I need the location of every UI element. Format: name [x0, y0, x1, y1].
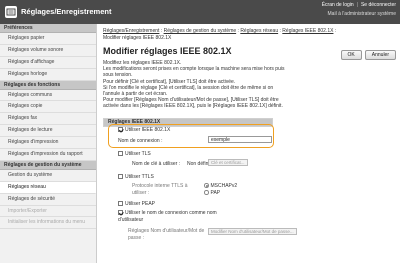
sidebar-section-system-management: Réglages de gestion du système	[0, 160, 96, 170]
sidebar-section-preferences: Préférences	[0, 24, 96, 33]
use-ieee-row: Utiliser IEEE 802.1X	[118, 127, 170, 133]
key-name-label: Nom de clé à utiliser :	[132, 161, 181, 167]
sidebar-item-paper[interactable]: Réglages papier	[0, 33, 96, 45]
sidebar-item-initialize-menu: Initialiser les informations du menu	[0, 217, 96, 230]
login-name-input[interactable]	[208, 136, 272, 143]
use-tls-row: Utiliser TLS	[118, 151, 151, 157]
ttls-pap-label: PAP	[210, 190, 221, 196]
user-pw-button: Modifier Nom d'utilisateur/Mot de passe.…	[208, 228, 297, 235]
sidebar-item-common[interactable]: Réglages communs	[0, 90, 96, 102]
sidebar-item-network[interactable]: Réglages réseau	[0, 181, 96, 194]
cancel-button[interactable]: Annuler	[364, 50, 396, 60]
login-name-label: Nom de connexion :	[118, 138, 163, 144]
ttls-protocol-label: Protocole interne TTLS à utiliser :	[132, 183, 188, 196]
ttls-pap-radio[interactable]	[204, 190, 209, 195]
sidebar-item-system-management[interactable]: Gestion du système	[0, 170, 96, 182]
use-login-name-label: Utiliser le nom de connexion comme nom d…	[118, 210, 217, 223]
breadcrumb-sep: :	[333, 28, 337, 34]
use-ttls-label: Utiliser TTLS	[125, 174, 154, 180]
key-cert-button: Clé et certificat...	[208, 159, 248, 166]
use-peap-row: Utiliser PEAP	[118, 201, 155, 207]
use-ttls-row: Utiliser TTLS	[118, 174, 154, 180]
description-line: Les modifications seront prises en compt…	[103, 66, 285, 73]
logout-link[interactable]: Se déconnecter	[361, 2, 396, 8]
breadcrumb-link-network[interactable]: Réglages réseau	[240, 28, 278, 34]
sidebar-item-report-print[interactable]: Réglages d'impression du rapport	[0, 149, 96, 161]
user-pw-settings-label: Réglages Nom d'utilisateur/Mot de passe …	[128, 228, 205, 241]
use-login-name-checkbox[interactable]	[118, 210, 123, 216]
description: Modifiez les réglages IEEE 802.1X. Les m…	[103, 60, 303, 110]
admin-mail-link[interactable]: Mail à l'administrateur système	[328, 11, 396, 17]
use-peap-checkbox[interactable]	[118, 201, 123, 207]
ttls-option-mschapv2: MSCHAPv2	[204, 183, 237, 189]
app-header: Réglages/Enregistrement Écran de login | S…	[0, 0, 400, 24]
breadcrumb-current: Modifier réglages IEEE 802.1X	[103, 34, 172, 41]
header-separator: |	[356, 2, 358, 8]
sidebar-item-security[interactable]: Réglages de sécurité	[0, 194, 96, 206]
app-title: Réglages/Enregistrement	[21, 7, 112, 16]
use-peap-label: Utiliser PEAP	[125, 201, 156, 207]
use-login-name-row: Utiliser le nom de connexion comme nom d…	[118, 210, 218, 223]
description-line: activée dans les [Réglages IEEE 802.1X],…	[103, 103, 283, 110]
use-tls-label: Utiliser TLS	[125, 151, 151, 157]
breadcrumb-link-ieee[interactable]: Réglages IEEE 802.1X	[282, 28, 333, 34]
sidebar-item-print[interactable]: Réglages d'impression	[0, 137, 96, 150]
sidebar-item-fax[interactable]: Réglages fax	[0, 113, 96, 126]
app-logo-icon	[5, 6, 17, 18]
ttls-mschapv2-label: MSCHAPv2	[210, 183, 238, 189]
ok-button[interactable]: OK	[340, 50, 362, 60]
key-name-value: Non défini	[187, 161, 210, 167]
sidebar-item-display[interactable]: Réglages d'affichage	[0, 57, 96, 69]
ttls-option-pap: PAP	[204, 190, 220, 196]
login-screen-link[interactable]: Écran de login	[322, 2, 354, 8]
breadcrumb-link-system[interactable]: Réglages de gestion du système	[164, 28, 237, 34]
action-buttons: OK Annuler	[340, 50, 396, 60]
breadcrumb-link-settings[interactable]: Réglages/Enregistrement	[103, 28, 159, 34]
main-content: Réglages/Enregistrement : Réglages de ge…	[103, 28, 396, 110]
sidebar-section-functions: Réglages des fonctions	[0, 80, 96, 90]
sidebar-item-copy[interactable]: Réglages copie	[0, 101, 96, 114]
sidebar: Préférences Réglages papier Réglages vol…	[0, 24, 97, 263]
header-links: Écran de login | Se déconnecter	[322, 2, 396, 8]
use-ttls-checkbox[interactable]	[118, 174, 123, 180]
ttls-mschapv2-radio[interactable]	[204, 183, 209, 188]
use-tls-checkbox[interactable]	[118, 151, 123, 157]
use-ieee-label: Utiliser IEEE 802.1X	[125, 127, 171, 133]
breadcrumb: Réglages/Enregistrement : Réglages de ge…	[103, 28, 396, 41]
sidebar-item-scan[interactable]: Réglages de lecture	[0, 125, 96, 138]
sidebar-item-volume[interactable]: Réglages volume sonore	[0, 45, 96, 57]
sidebar-item-import-export: Importer/Exporter	[0, 206, 96, 218]
use-ieee-checkbox[interactable]	[118, 127, 123, 133]
sidebar-item-clock[interactable]: Réglages horloge	[0, 69, 96, 81]
